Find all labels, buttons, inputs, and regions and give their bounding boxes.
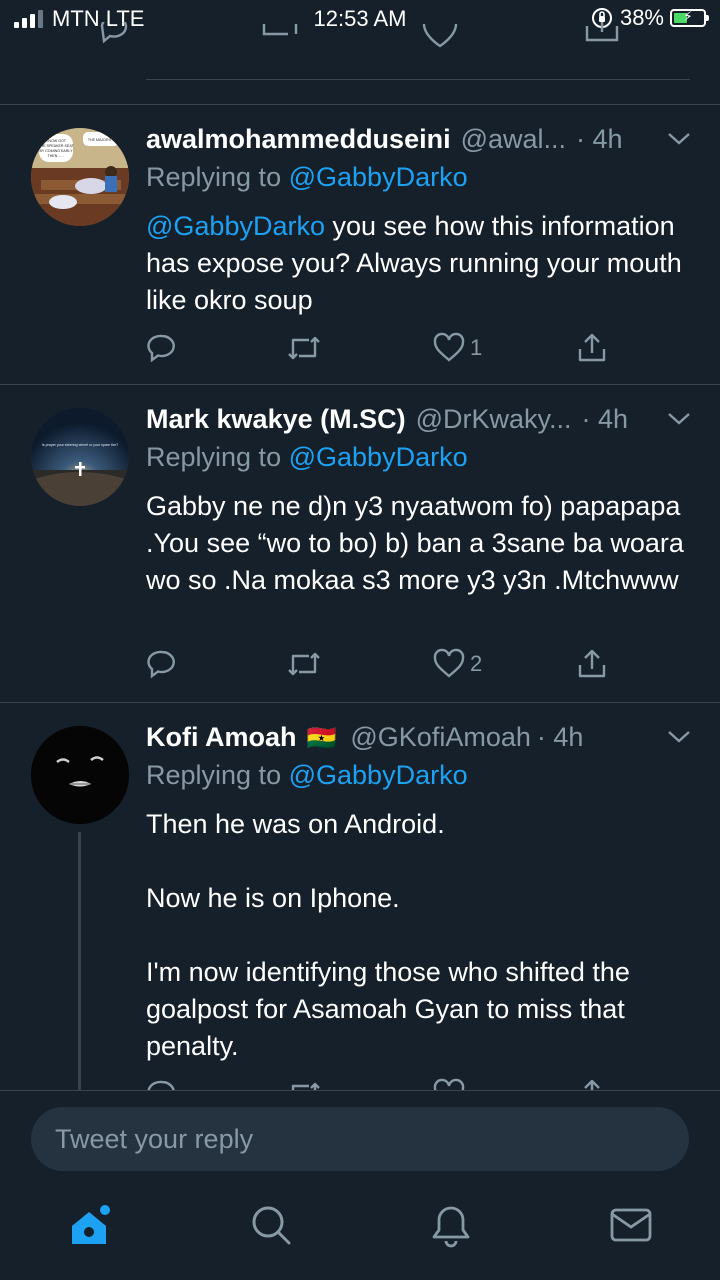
tweet-item[interactable]: Is prayer your steering wheel or your sp…	[0, 384, 720, 702]
display-name[interactable]: awalmohammedduseini	[146, 124, 451, 155]
user-handle[interactable]: @GKofiAmoah	[350, 722, 530, 753]
search-icon[interactable]	[250, 1204, 292, 1246]
previous-tweet-actions	[0, 22, 720, 72]
reply-icon	[147, 1080, 175, 1090]
retweet-button[interactable]	[286, 1078, 322, 1090]
tweet-time: · 4h	[581, 404, 629, 434]
avatar-caption: THE SPEAKER SEAT	[38, 144, 74, 148]
chevron-down-icon[interactable]	[666, 410, 692, 428]
messages-icon[interactable]	[610, 1208, 652, 1244]
retweet-button[interactable]	[286, 648, 322, 680]
tab-bar	[0, 1182, 720, 1280]
chevron-down-icon[interactable]	[666, 130, 692, 148]
tweet-text: Gabby ne ne d)n y3 nyaatwom fo) papapapa…	[146, 491, 692, 595]
avatar-caption: BY COMING EARLY	[39, 149, 73, 153]
share-icon	[578, 649, 606, 678]
tweet-time: · 4h	[576, 124, 623, 154]
flag-icon: 🇬🇭	[306, 725, 337, 752]
retweet-icon	[291, 1082, 320, 1090]
like-count: 1	[470, 335, 483, 360]
reply-button[interactable]	[146, 332, 178, 364]
like-icon	[433, 332, 465, 362]
share-icon[interactable]	[584, 22, 620, 58]
replying-to: Replying to @GabbyDarko	[146, 442, 468, 473]
reply-icon	[147, 334, 175, 363]
notifications-icon[interactable]	[430, 1204, 472, 1248]
retweet-icon	[288, 652, 320, 676]
retweet-icon[interactable]	[260, 22, 300, 58]
share-button[interactable]	[576, 1078, 608, 1090]
avatar[interactable]: KNOW GOT THE SPEAKER SEAT BY COMING EARL…	[31, 128, 129, 226]
share-icon	[584, 1079, 600, 1090]
reply-bar: Tweet your reply	[0, 1090, 720, 1183]
replying-to-link[interactable]: @GabbyDarko	[289, 760, 468, 790]
replying-prefix: Replying to	[146, 162, 282, 192]
avatar[interactable]	[31, 726, 129, 824]
replying-to: Replying to @GabbyDarko	[146, 162, 468, 193]
reply-button[interactable]	[146, 1078, 178, 1090]
replying-to-link[interactable]: @GabbyDarko	[289, 442, 468, 472]
like-icon[interactable]	[421, 22, 459, 58]
retweet-icon	[288, 336, 320, 360]
tweet-item[interactable]: Kofi Amoah 🇬🇭 @GKofiAmoah · 4h Replying …	[0, 702, 720, 1090]
like-button[interactable]: 1	[432, 332, 482, 364]
display-name[interactable]: Kofi Amoah	[146, 722, 297, 753]
avatar[interactable]: Is prayer your steering wheel or your sp…	[31, 408, 129, 506]
share-button[interactable]	[576, 648, 608, 680]
tweet-item[interactable]: KNOW GOT THE SPEAKER SEAT BY COMING EARL…	[0, 104, 720, 384]
replying-to-link[interactable]: @GabbyDarko	[289, 162, 468, 192]
avatar-caption: THEN ......	[48, 154, 65, 158]
replying-prefix: Replying to	[146, 760, 282, 790]
share-icon	[578, 333, 606, 362]
like-button[interactable]: 2	[432, 648, 482, 680]
like-icon	[433, 648, 465, 678]
replying-prefix: Replying to	[146, 442, 282, 472]
avatar-caption: KNOW GOT	[46, 139, 67, 143]
avatar-caption: Is prayer your steering wheel or your sp…	[42, 443, 118, 447]
display-name[interactable]: Mark kwakye (M.SC)	[146, 404, 406, 435]
user-handle[interactable]: @awal...	[461, 124, 566, 155]
replying-to: Replying to @GabbyDarko	[146, 760, 468, 791]
reply-input[interactable]: Tweet your reply	[31, 1107, 689, 1171]
home-icon[interactable]	[68, 1202, 114, 1248]
retweet-button[interactable]	[286, 332, 322, 364]
like-button[interactable]	[432, 1078, 466, 1090]
divider	[146, 79, 690, 80]
tweet-actions: 2	[146, 648, 626, 688]
tweet-text: Then he was on Android. Now he is on Iph…	[146, 809, 630, 1061]
reply-icon[interactable]	[96, 22, 132, 58]
reply-icon	[147, 650, 175, 679]
mention-link[interactable]: @GabbyDarko	[146, 211, 325, 241]
tweet-actions: 1	[146, 332, 626, 372]
like-count: 2	[470, 651, 483, 676]
chevron-down-icon[interactable]	[666, 728, 692, 746]
tweet-actions	[146, 1078, 626, 1090]
tweet-text: @GabbyDarko you see how this information…	[146, 208, 690, 319]
thread-line	[78, 832, 81, 1090]
like-icon	[433, 1078, 465, 1090]
reply-button[interactable]	[146, 648, 178, 680]
tweet-time: · 4h	[536, 722, 584, 752]
user-handle[interactable]: @DrKwaky...	[416, 404, 572, 435]
avatar-caption: THE MAJORITY	[88, 138, 115, 142]
share-button[interactable]	[576, 332, 608, 364]
